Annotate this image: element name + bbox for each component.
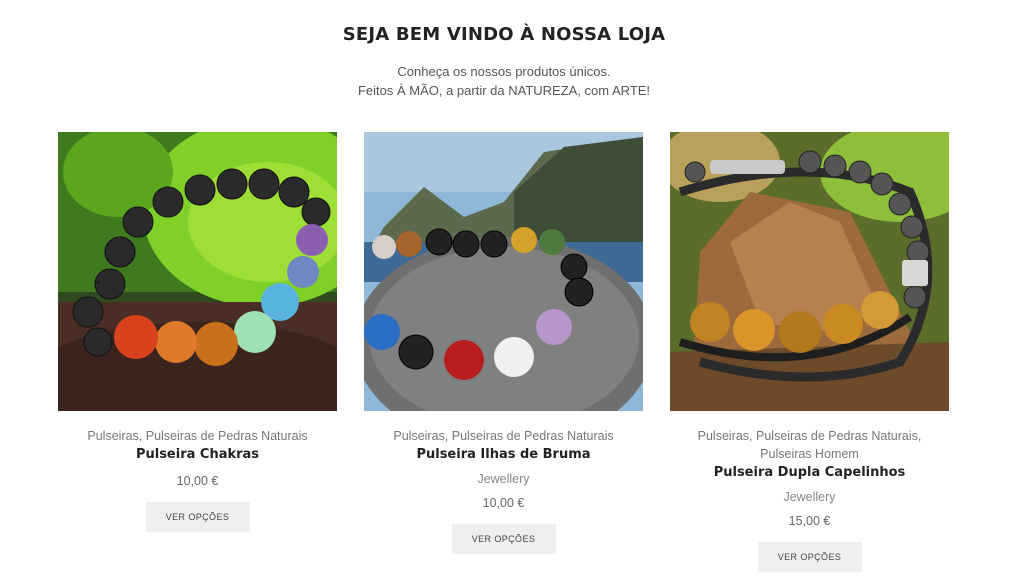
product-categories[interactable]: Pulseiras, Pulseiras de Pedras Naturais,… [670, 427, 949, 463]
product-categories[interactable]: Pulseiras, Pulseiras de Pedras Naturais [364, 427, 643, 445]
product-price: 10,00 € [482, 496, 525, 510]
product-price: 15,00 € [788, 514, 831, 528]
page-subtitle: Conheça os nossos produtos únicos. Feito… [0, 62, 1008, 100]
product-price: 10,00 € [176, 474, 219, 488]
product-card: Pulseiras, Pulseiras de Pedras Naturais … [58, 132, 337, 532]
product-image-chakras[interactable] [58, 132, 337, 411]
view-options-button[interactable]: VER OPÇÕES [757, 542, 862, 572]
product-image-dupla-capelinhos[interactable] [670, 132, 949, 411]
product-image-ilhas-de-bruma[interactable] [364, 132, 643, 411]
product-categories[interactable]: Pulseiras, Pulseiras de Pedras Naturais [58, 427, 337, 445]
page-title: SEJA BEM VINDO À NOSSA LOJA [342, 24, 666, 45]
product-card: Pulseiras, Pulseiras de Pedras Naturais,… [670, 132, 949, 572]
product-name[interactable]: Pulseira Ilhas de Bruma [364, 446, 643, 464]
subtitle-line-2: Feitos À MÃO, a partir da NATUREZA, com … [357, 83, 651, 98]
product-brand[interactable]: Jewellery [364, 470, 643, 488]
product-name[interactable]: Pulseira Dupla Capelinhos [670, 464, 949, 482]
product-brand[interactable]: Jewellery [670, 488, 949, 506]
view-options-button[interactable]: VER OPÇÕES [145, 502, 250, 532]
view-options-button[interactable]: VER OPÇÕES [451, 524, 556, 554]
product-card: Pulseiras, Pulseiras de Pedras Naturais … [364, 132, 643, 554]
product-name[interactable]: Pulseira Chakras [58, 446, 337, 464]
subtitle-line-1: Conheça os nossos produtos únicos. [397, 64, 611, 79]
